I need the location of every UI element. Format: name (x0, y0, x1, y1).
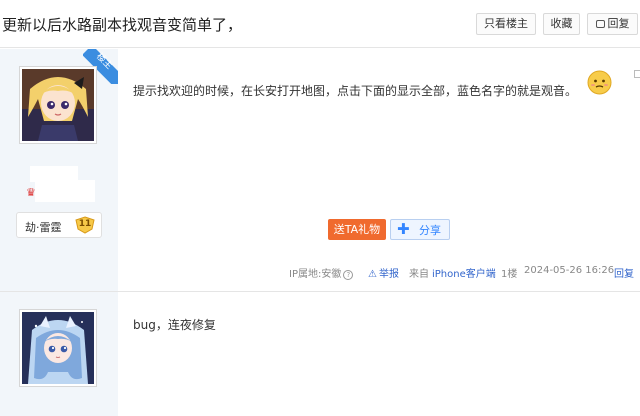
plus-icon: ✚ (397, 220, 410, 238)
post-time: 2024-05-26 16:26 (524, 265, 615, 276)
username-blank-2 (35, 180, 95, 202)
ip-location-text: IP属地:安徽 (289, 269, 342, 280)
avatar-2[interactable] (19, 309, 97, 387)
level-badge[interactable]: 劫·雷霆 11 (16, 212, 102, 238)
report-label: 举报 (378, 269, 399, 280)
client-link[interactable]: iPhone客户端 (432, 265, 496, 280)
report-link[interactable]: ⚠ 举报 (368, 265, 399, 280)
ip-location: IP属地:安徽? (289, 265, 354, 280)
thread-page: 更新以后水路副本找观音变简单了， 只看楼主 收藏 回复 楼主 ♛ 劫·雷霆 11… (0, 0, 640, 416)
reply-button-label: 回复 (607, 17, 630, 30)
post-divider (0, 291, 640, 292)
side-collapse-icon[interactable] (634, 70, 640, 78)
thread-header: 更新以后水路副本找观音变简单了， 只看楼主 收藏 回复 (0, 0, 640, 48)
level-number: 11 (78, 219, 92, 229)
send-gift-button[interactable]: 送TA礼物 (328, 219, 386, 240)
thread-title: 更新以后水路副本找观音变简单了， (2, 16, 243, 34)
comment-icon (595, 20, 605, 28)
from-label: 来自 (409, 269, 429, 280)
floor-number: 1楼 (501, 269, 518, 280)
emoji-icon (587, 70, 612, 95)
warning-icon: ⚠ (368, 269, 377, 280)
avatar-image-2 (22, 312, 94, 384)
share-button[interactable]: ✚ 分享 (390, 219, 450, 240)
post-content: 提示找欢迎的时候，在长安打开地图，点击下面的显示全部，蓝色名字的就是观音。 (133, 84, 578, 98)
only-op-button[interactable]: 只看楼主 (476, 13, 536, 35)
avatar-image (22, 69, 94, 141)
level-user-name: 劫·雷霆 (25, 221, 62, 234)
post-content-2: bug，连夜修复 (133, 318, 216, 332)
help-icon[interactable]: ? (343, 270, 354, 280)
post-reply-link[interactable]: 回复 (614, 265, 634, 280)
favorite-button[interactable]: 收藏 (543, 13, 580, 35)
reply-button[interactable]: 回复 (587, 13, 638, 35)
level-shield-icon: 11 (75, 216, 95, 234)
share-button-label: 分享 (419, 224, 441, 237)
crown-icon: ♛ (26, 186, 36, 199)
avatar[interactable] (19, 66, 97, 144)
